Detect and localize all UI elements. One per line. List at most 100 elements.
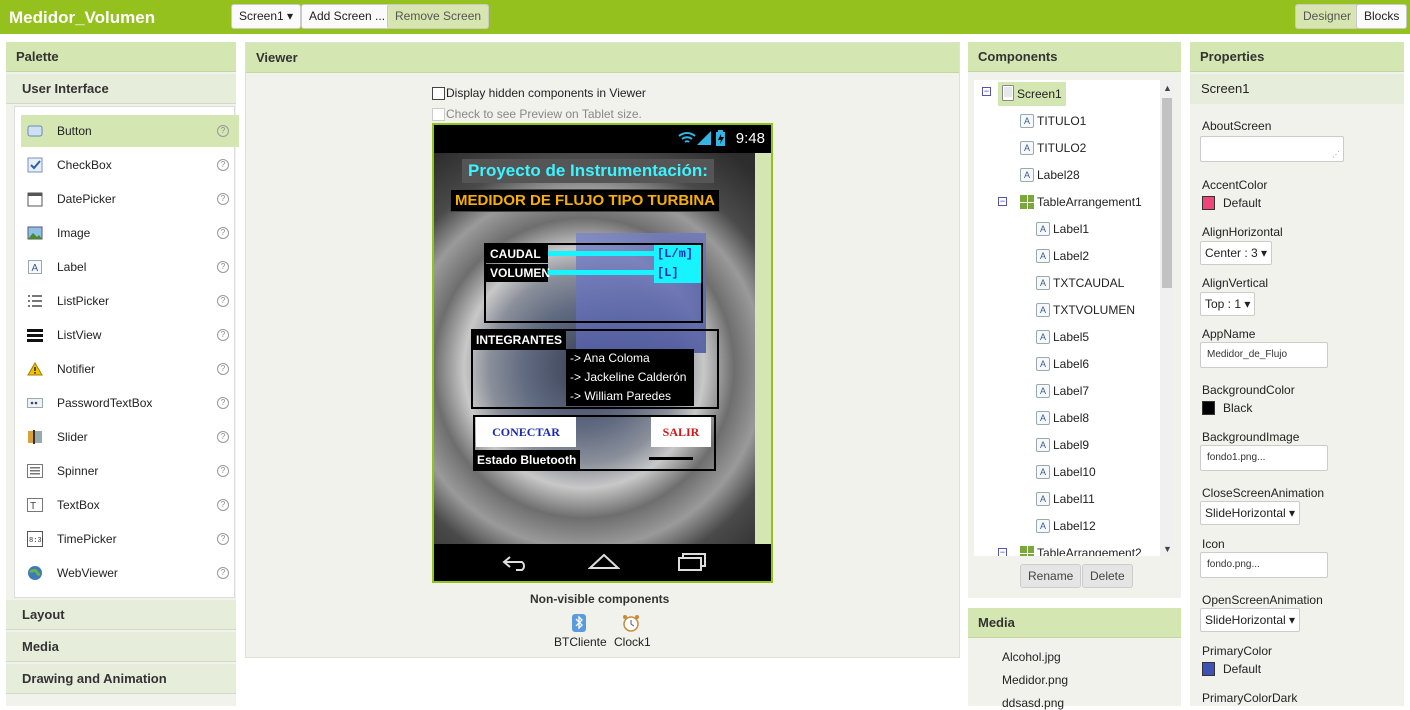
tree-node-child[interactable]: A Label7 — [1036, 381, 1089, 401]
palette-item-datepicker[interactable]: DatePicker ? — [21, 183, 239, 215]
media-item[interactable]: Medidor.png — [1002, 673, 1068, 687]
help-icon[interactable]: ? — [217, 567, 229, 579]
palette-item-label[interactable]: A Label ? — [21, 251, 239, 283]
tree-node-child[interactable]: A Label5 — [1036, 327, 1089, 347]
nonvisible-item[interactable]: BTCliente — [554, 635, 607, 649]
palette-item-slider[interactable]: Slider ? — [21, 421, 239, 453]
resize-handle-icon[interactable]: ⋰ — [1332, 143, 1340, 167]
palette-item-spinner[interactable]: Spinner ? — [21, 455, 239, 487]
category-media[interactable]: Media — [6, 632, 236, 662]
bluetooth-icon[interactable] — [572, 614, 586, 635]
tree-node-child[interactable]: A Label9 — [1036, 435, 1089, 455]
icon-picker[interactable]: fondo.png... — [1200, 552, 1328, 578]
tree-node-child[interactable]: A Label6 — [1036, 354, 1089, 374]
help-icon[interactable]: ? — [217, 499, 229, 511]
designer-button[interactable]: Designer — [1295, 4, 1360, 29]
category-layout[interactable]: Layout — [6, 600, 236, 630]
accent-color-swatch[interactable] — [1202, 196, 1215, 210]
blocks-button[interactable]: Blocks — [1356, 4, 1408, 29]
help-icon[interactable]: ? — [217, 193, 229, 205]
checkbox-box[interactable] — [432, 86, 445, 100]
clock-icon[interactable] — [622, 614, 640, 635]
tree-node-child[interactable]: A Label12 — [1036, 516, 1096, 536]
palette-item-checkbox[interactable]: CheckBox ? — [21, 149, 239, 181]
tree-node-child[interactable]: A Label1 — [1036, 219, 1089, 239]
category-user-interface[interactable]: User Interface — [6, 74, 236, 104]
tree-node-child[interactable]: A Label11 — [1036, 489, 1095, 509]
nonvisible-item[interactable]: Clock1 — [614, 635, 651, 649]
category-drawing-animation[interactable]: Drawing and Animation — [6, 664, 236, 694]
tree-node-child[interactable]: A Label2 — [1036, 246, 1089, 266]
background-color-value[interactable]: Black — [1223, 401, 1252, 415]
palette-item-textbox[interactable]: T TextBox ? — [21, 489, 239, 521]
help-icon[interactable]: ? — [217, 465, 229, 477]
delete-button[interactable]: Delete — [1082, 564, 1133, 588]
exit-button[interactable]: SALIR — [651, 417, 711, 447]
media-item[interactable]: ddsasd.png — [1002, 696, 1064, 710]
open-animation-select[interactable]: SlideHorizontal ▾ — [1200, 608, 1301, 632]
collapse-icon[interactable]: − — [982, 87, 991, 96]
tree-node-child[interactable]: A Label8 — [1036, 408, 1089, 428]
accent-color-value[interactable]: Default — [1223, 196, 1261, 210]
tree-node-screen1[interactable]: Screen1 — [998, 82, 1066, 106]
media-item[interactable]: Alcohol.jpg — [1002, 650, 1061, 664]
connect-button[interactable]: CONECTAR — [476, 417, 576, 447]
tree-node-child[interactable]: A Label10 — [1036, 462, 1096, 482]
help-icon[interactable]: ? — [217, 363, 229, 375]
tree-node-titulo2[interactable]: A TITULO2 — [1020, 138, 1086, 158]
recents-icon[interactable] — [678, 553, 706, 574]
help-icon[interactable]: ? — [217, 159, 229, 171]
help-icon[interactable]: ? — [217, 431, 229, 443]
palette-item-webviewer[interactable]: WebViewer ? — [21, 557, 239, 589]
android-nav-bar — [434, 544, 771, 581]
tree-node-tablearrangement1[interactable]: TableArrangement1 — [1020, 192, 1142, 212]
palette-item-image[interactable]: Image ? — [21, 217, 239, 249]
back-icon[interactable] — [502, 554, 530, 575]
display-hidden-checkbox[interactable]: Display hidden components in Viewer — [432, 86, 646, 100]
tablet-preview-checkbox[interactable]: Check to see Preview on Tablet size. — [432, 107, 642, 121]
label-icon: A — [1036, 492, 1050, 506]
primary-color-swatch[interactable] — [1202, 662, 1215, 676]
screen-selector[interactable]: Screen1 ▾ — [231, 4, 302, 29]
rename-button[interactable]: Rename — [1020, 564, 1082, 588]
help-icon[interactable]: ? — [217, 295, 229, 307]
help-icon[interactable]: ? — [217, 329, 229, 341]
remove-screen-button[interactable]: Remove Screen — [387, 4, 490, 29]
primary-color-value[interactable]: Default — [1223, 662, 1261, 676]
palette-item-listpicker[interactable]: ListPicker ? — [21, 285, 239, 317]
tree-node-label28[interactable]: A Label28 — [1020, 165, 1080, 185]
help-icon[interactable]: ? — [217, 533, 229, 545]
app-name-input[interactable]: Medidor_de_Flujo — [1200, 342, 1328, 368]
about-screen-textarea[interactable]: ⋰ — [1200, 136, 1344, 162]
close-animation-select[interactable]: SlideHorizontal ▾ — [1200, 501, 1301, 525]
tree-node-child[interactable]: A TXTVOLUMEN — [1036, 300, 1135, 320]
help-icon[interactable]: ? — [217, 125, 229, 137]
collapse-icon[interactable]: − — [998, 197, 1007, 206]
components-scrollbar[interactable]: ▲ ▼ — [1160, 80, 1174, 556]
scroll-up-icon[interactable]: ▲ — [1163, 83, 1172, 93]
bluetooth-status-label: Estado Bluetooth — [473, 450, 581, 470]
collapse-icon[interactable]: − — [998, 548, 1007, 556]
tree-node-child[interactable]: A TXTCAUDAL — [1036, 273, 1124, 293]
checkbox-box[interactable] — [432, 107, 445, 121]
add-screen-button[interactable]: Add Screen ... — [301, 4, 394, 29]
help-icon[interactable]: ? — [217, 397, 229, 409]
phone-preview: 9:48 Proyecto de Instrumentación: MEDIDO… — [432, 123, 773, 583]
help-icon[interactable]: ? — [217, 261, 229, 273]
home-icon[interactable] — [587, 552, 621, 573]
tree-node-titulo1[interactable]: A TITULO1 — [1020, 111, 1086, 131]
palette-item-button[interactable]: Button ? — [21, 115, 239, 147]
palette-item-notifier[interactable]: Notifier ? — [21, 353, 239, 385]
palette-item-passwordtextbox[interactable]: PasswordTextBox ? — [21, 387, 239, 419]
palette-item-timepicker[interactable]: 8:30 TimePicker ? — [21, 523, 239, 555]
scroll-down-icon[interactable]: ▼ — [1163, 544, 1172, 554]
tree-node-tablearrangement2[interactable]: TableArrangement2 — [1020, 543, 1142, 556]
align-vertical-select[interactable]: Top : 1 ▾ — [1200, 292, 1256, 316]
background-color-swatch[interactable] — [1202, 401, 1215, 415]
palette-item-listview[interactable]: ListView ? — [21, 319, 239, 351]
palette-item-label: ListView — [57, 328, 102, 342]
background-image-picker[interactable]: fondo1.png... — [1200, 445, 1328, 471]
align-horizontal-select[interactable]: Center : 3 ▾ — [1200, 241, 1273, 265]
help-icon[interactable]: ? — [217, 227, 229, 239]
scrollbar-thumb[interactable] — [1162, 98, 1172, 288]
